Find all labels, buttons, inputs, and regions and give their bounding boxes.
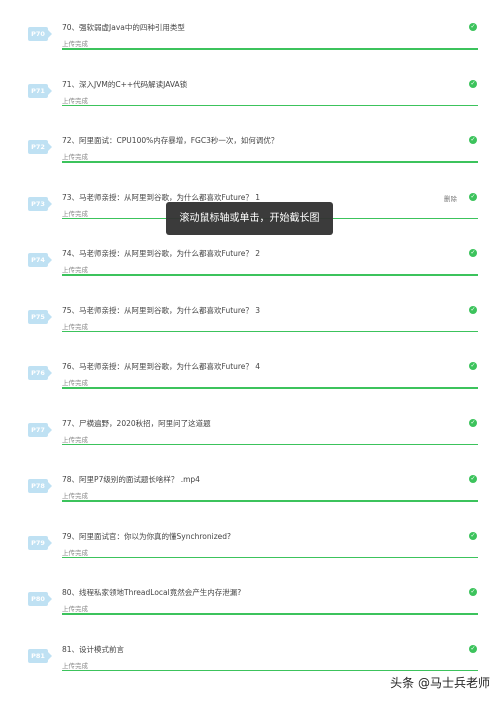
video-badge-icon: P75	[28, 309, 52, 324]
upload-progress-bar	[62, 274, 478, 276]
list-item[interactable]: P77 77、尸横遍野，2020秋招，阿里问了这道题 上传完成 ✓	[0, 410, 500, 467]
upload-status: 上传完成	[62, 153, 88, 161]
item-title: 78、阿里P7级别的面试题长啥样？ .mp4	[62, 475, 200, 484]
list-item[interactable]: P79 79、阿里面试官：你以为你真的懂Synchronized? 上传完成 ✓	[0, 523, 500, 580]
upload-progress-bar	[62, 161, 478, 163]
list-item[interactable]: P76 76、马老师亲授：从阿里到谷歌，为什么都喜欢Future？ 4 上传完成 ✓	[0, 353, 500, 410]
check-circle-icon: ✓	[469, 136, 477, 144]
item-title: 80、线程私家领地ThreadLocal竟然会产生内存泄漏?	[62, 588, 242, 597]
list-item[interactable]: P80 80、线程私家领地ThreadLocal竟然会产生内存泄漏? 上传完成 ✓	[0, 579, 500, 636]
upload-progress-fill	[62, 104, 478, 106]
upload-status: 上传完成	[62, 322, 88, 331]
item-title: 75、马老师亲授：从阿里到谷歌，为什么都喜欢Future？ 3	[62, 305, 261, 315]
watermark: 头条 @马士兵老师	[390, 676, 490, 690]
item-title: 71、深入JVM的C++代码解读JAVA锁	[62, 79, 188, 89]
upload-progress-fill	[62, 274, 478, 276]
upload-progress-fill	[62, 330, 478, 332]
upload-progress-bar	[62, 104, 478, 106]
upload-status: 上传完成	[62, 96, 88, 105]
list-item[interactable]: P70 70、强软弱虚Java中的四种引用类型 上传完成 ✓	[0, 14, 500, 71]
upload-status: 上传完成	[62, 548, 88, 557]
upload-progress-bar	[62, 613, 478, 615]
upload-page: P70 70、强软弱虚Java中的四种引用类型 上传完成 ✓ P71 71、深入JVM的C…	[0, 0, 500, 701]
upload-progress-fill	[62, 161, 478, 163]
video-badge-icon: P73	[28, 196, 52, 211]
item-title: 77、尸横遍野，2020秋招，阿里问了这道题	[62, 418, 211, 428]
check-circle-icon: ✓	[469, 588, 477, 596]
check-circle-icon: ✓	[469, 418, 477, 427]
item-title: 73、马老师亲授：从阿里到谷歌，为什么都喜欢Future？ 1	[62, 192, 261, 202]
item-title: 72、阿里面试：CPU100%内存暴增，FGC3秒一次，如何调优？	[62, 136, 279, 145]
check-circle-icon: ✓	[469, 531, 477, 540]
list-item[interactable]: P75 75、马老师亲授：从阿里到谷歌，为什么都喜欢Future？ 3 上传完成 ✓	[0, 297, 500, 354]
upload-progress-fill	[62, 387, 478, 389]
upload-progress-fill	[62, 500, 478, 502]
item-title: 74、马老师亲授：从阿里到谷歌，为什么都喜欢Future？ 2	[62, 249, 261, 258]
list-item[interactable]: P72 72、阿里面试：CPU100%内存暴增，FGC3秒一次，如何调优？ 上传完成…	[0, 127, 500, 184]
upload-progress-fill	[62, 556, 478, 558]
upload-progress-fill	[62, 669, 478, 671]
item-title: 81、设计模式前言	[62, 644, 125, 654]
upload-progress-bar	[62, 387, 478, 389]
item-title: 70、强软弱虚Java中的四种引用类型	[62, 23, 185, 32]
upload-status: 上传完成	[62, 266, 88, 274]
video-badge-icon: P80	[28, 592, 52, 606]
delete-button[interactable]: 删除	[444, 193, 457, 203]
upload-progress-bar	[62, 500, 478, 502]
upload-progress-bar	[62, 669, 478, 671]
upload-status: 上传完成	[62, 605, 88, 613]
upload-status: 上传完成	[62, 40, 88, 48]
check-circle-icon: ✓	[469, 249, 477, 257]
video-badge-icon: P81	[28, 648, 52, 663]
upload-progress-bar	[62, 556, 478, 558]
video-badge-icon: P74	[28, 253, 52, 267]
check-circle-icon: ✓	[469, 305, 477, 314]
upload-status: 上传完成	[62, 661, 88, 670]
upload-status: 上传完成	[62, 435, 88, 444]
upload-progress-bar	[62, 48, 478, 50]
video-badge-icon: P71	[28, 83, 52, 98]
list-item[interactable]: P78 78、阿里P7级别的面试题长啥样？ .mp4 上传完成 ✓	[0, 466, 500, 523]
video-badge-icon: P76	[28, 366, 52, 380]
upload-progress-fill	[62, 613, 478, 615]
upload-progress-bar	[62, 330, 478, 332]
upload-progress-fill	[62, 443, 478, 445]
video-upload-list: P70 70、强软弱虚Java中的四种引用类型 上传完成 ✓ P71 71、深入JVM的C…	[0, 14, 500, 692]
upload-status: 上传完成	[62, 379, 88, 387]
item-title: 76、马老师亲授：从阿里到谷歌，为什么都喜欢Future？ 4	[62, 362, 261, 371]
video-badge-icon: P79	[28, 535, 52, 550]
upload-progress-bar	[62, 443, 478, 445]
video-badge-icon: P77	[28, 422, 52, 437]
upload-status: 上传完成	[62, 492, 88, 500]
list-item[interactable]: P71 71、深入JVM的C++代码解读JAVA锁 上传完成 ✓	[0, 71, 500, 128]
upload-status: 上传完成	[62, 209, 88, 218]
upload-progress-fill	[62, 48, 478, 50]
video-badge-icon: P78	[28, 479, 52, 493]
video-badge-icon: P70	[28, 27, 52, 41]
video-badge-icon: P72	[28, 140, 52, 154]
check-circle-icon: ✓	[469, 644, 477, 653]
check-circle-icon: ✓	[469, 475, 477, 483]
check-circle-icon: ✓	[469, 362, 477, 370]
check-circle-icon: ✓	[469, 79, 477, 88]
item-title: 79、阿里面试官：你以为你真的懂Synchronized?	[62, 531, 232, 541]
list-item[interactable]: P74 74、马老师亲授：从阿里到谷歌，为什么都喜欢Future？ 2 上传完成 ✓	[0, 240, 500, 297]
screenshot-hint-tooltip: 滚动鼠标轴或单击，开始截长图	[166, 202, 333, 235]
check-circle-icon: ✓	[469, 192, 477, 201]
check-circle-icon: ✓	[469, 23, 477, 31]
